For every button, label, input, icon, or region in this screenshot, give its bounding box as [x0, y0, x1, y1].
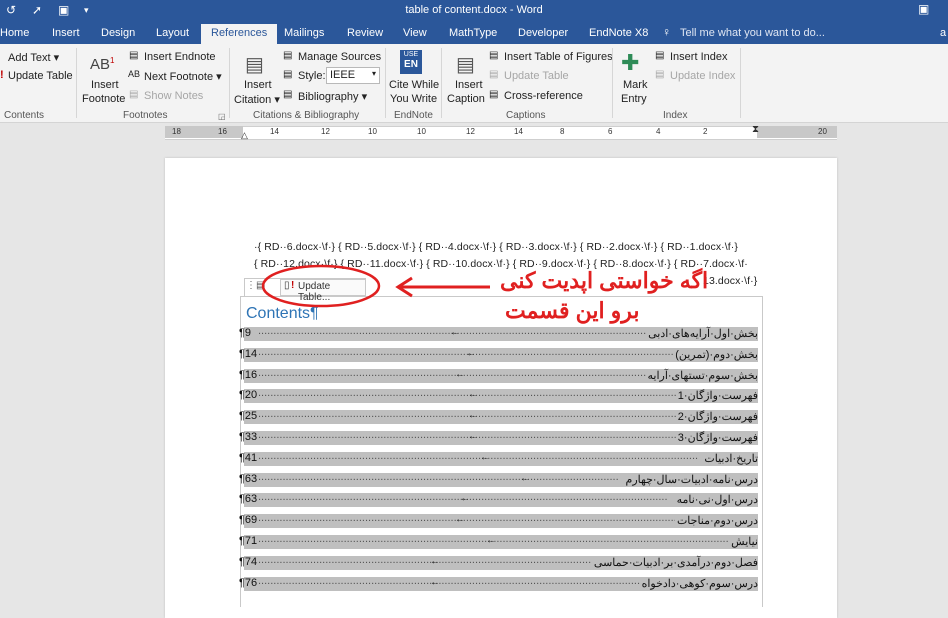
annotation-overlay — [261, 264, 490, 308]
annotation-text-line-2: برو این قسمت — [505, 298, 640, 323]
highlight-circle — [261, 264, 381, 308]
annotation-text-line-1: اگه خواستی اپدیت کنی — [500, 268, 709, 293]
